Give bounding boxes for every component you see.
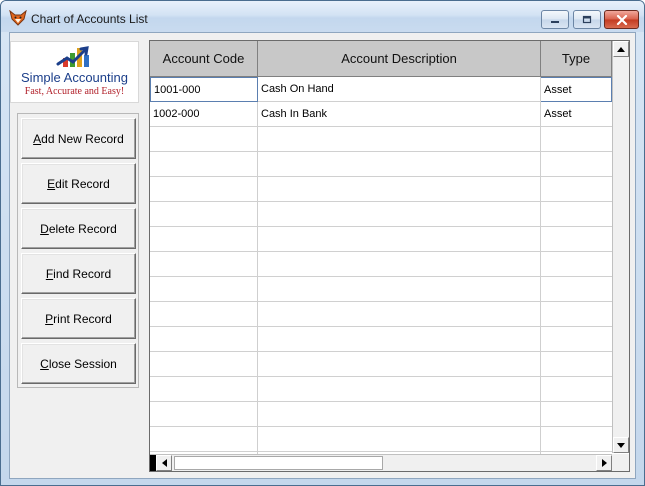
accounts-grid[interactable]: Account Code Account Description Type 10… bbox=[149, 40, 630, 472]
fox-app-icon bbox=[9, 10, 27, 26]
table-row-empty[interactable] bbox=[150, 427, 612, 452]
table-row-empty[interactable] bbox=[150, 302, 612, 327]
arrow-left-icon bbox=[161, 459, 167, 467]
maximize-icon bbox=[582, 15, 592, 24]
arrow-right-icon bbox=[601, 459, 607, 467]
edit-record-label: Edit Record bbox=[47, 176, 110, 191]
logo-tagline: Fast, Accurate and Easy! bbox=[24, 86, 125, 97]
add-new-record-button[interactable]: Add New Record bbox=[21, 118, 136, 159]
horizontal-scroll-thumb[interactable] bbox=[174, 456, 383, 470]
scroll-down-button[interactable] bbox=[613, 437, 629, 453]
chart-logo-icon bbox=[56, 46, 89, 67]
print-record-button[interactable]: Print Record bbox=[21, 298, 136, 339]
arrow-up-icon bbox=[617, 46, 625, 52]
close-session-button[interactable]: Close Session bbox=[21, 343, 136, 384]
window-title: Chart of Accounts List bbox=[31, 12, 148, 26]
maximize-button[interactable] bbox=[573, 10, 601, 29]
table-row-empty[interactable] bbox=[150, 127, 612, 152]
edit-record-button[interactable]: Edit Record bbox=[21, 163, 136, 204]
column-header-account-description[interactable]: Account Description bbox=[258, 41, 541, 77]
minimize-button[interactable] bbox=[541, 10, 569, 29]
find-record-label: Find Record bbox=[45, 266, 112, 281]
scroll-corner bbox=[612, 454, 629, 471]
find-record-button[interactable]: Find Record bbox=[21, 253, 136, 294]
table-row[interactable]: 1001-000 Cash On Hand Asset bbox=[150, 77, 612, 102]
table-row-empty[interactable] bbox=[150, 177, 612, 202]
scroll-up-button[interactable] bbox=[613, 41, 629, 57]
horizontal-scrollbar[interactable] bbox=[150, 454, 612, 471]
account-description-cell[interactable]: Cash In Bank bbox=[258, 102, 541, 126]
print-record-label: Print Record bbox=[45, 311, 112, 326]
type-cell[interactable]: Asset bbox=[541, 102, 612, 126]
table-row-empty[interactable] bbox=[150, 152, 612, 177]
vertical-scrollbar[interactable] bbox=[612, 41, 629, 453]
scroll-right-button[interactable] bbox=[596, 455, 612, 471]
account-code-cell[interactable]: 1002-000 bbox=[150, 102, 258, 126]
arrow-down-icon bbox=[617, 442, 625, 448]
close-session-label: Close Session bbox=[40, 356, 117, 371]
column-header-account-code[interactable]: Account Code bbox=[150, 41, 258, 77]
scroll-left-button[interactable] bbox=[156, 455, 172, 471]
table-row[interactable]: 1002-000 Cash In Bank Asset bbox=[150, 102, 612, 127]
table-row-empty[interactable] bbox=[150, 227, 612, 252]
add-new-record-label: Add New Record bbox=[33, 131, 124, 146]
account-description-cell[interactable]: Cash On Hand bbox=[258, 77, 541, 101]
app-window: Chart of Accounts List Simple Accounting… bbox=[0, 0, 645, 486]
column-header-type[interactable]: Type bbox=[541, 41, 612, 77]
table-row-empty[interactable] bbox=[150, 327, 612, 352]
close-window-button[interactable] bbox=[604, 10, 639, 29]
table-row-empty[interactable] bbox=[150, 277, 612, 302]
delete-record-button[interactable]: Delete Record bbox=[21, 208, 136, 249]
close-icon bbox=[616, 14, 627, 25]
table-row-empty[interactable] bbox=[150, 402, 612, 427]
delete-record-label: Delete Record bbox=[40, 221, 117, 236]
table-row-empty[interactable] bbox=[150, 252, 612, 277]
table-row-empty[interactable] bbox=[150, 202, 612, 227]
type-cell[interactable]: Asset bbox=[541, 77, 612, 102]
table-row-empty[interactable] bbox=[150, 352, 612, 377]
account-code-cell[interactable]: 1001-000 bbox=[150, 77, 258, 102]
logo-name: Simple Accounting bbox=[21, 70, 128, 85]
table-row-empty[interactable] bbox=[150, 377, 612, 402]
minimize-icon bbox=[551, 20, 559, 23]
title-bar[interactable]: Chart of Accounts List bbox=[1, 1, 644, 32]
logo: Simple Accounting Fast, Accurate and Eas… bbox=[10, 41, 139, 103]
